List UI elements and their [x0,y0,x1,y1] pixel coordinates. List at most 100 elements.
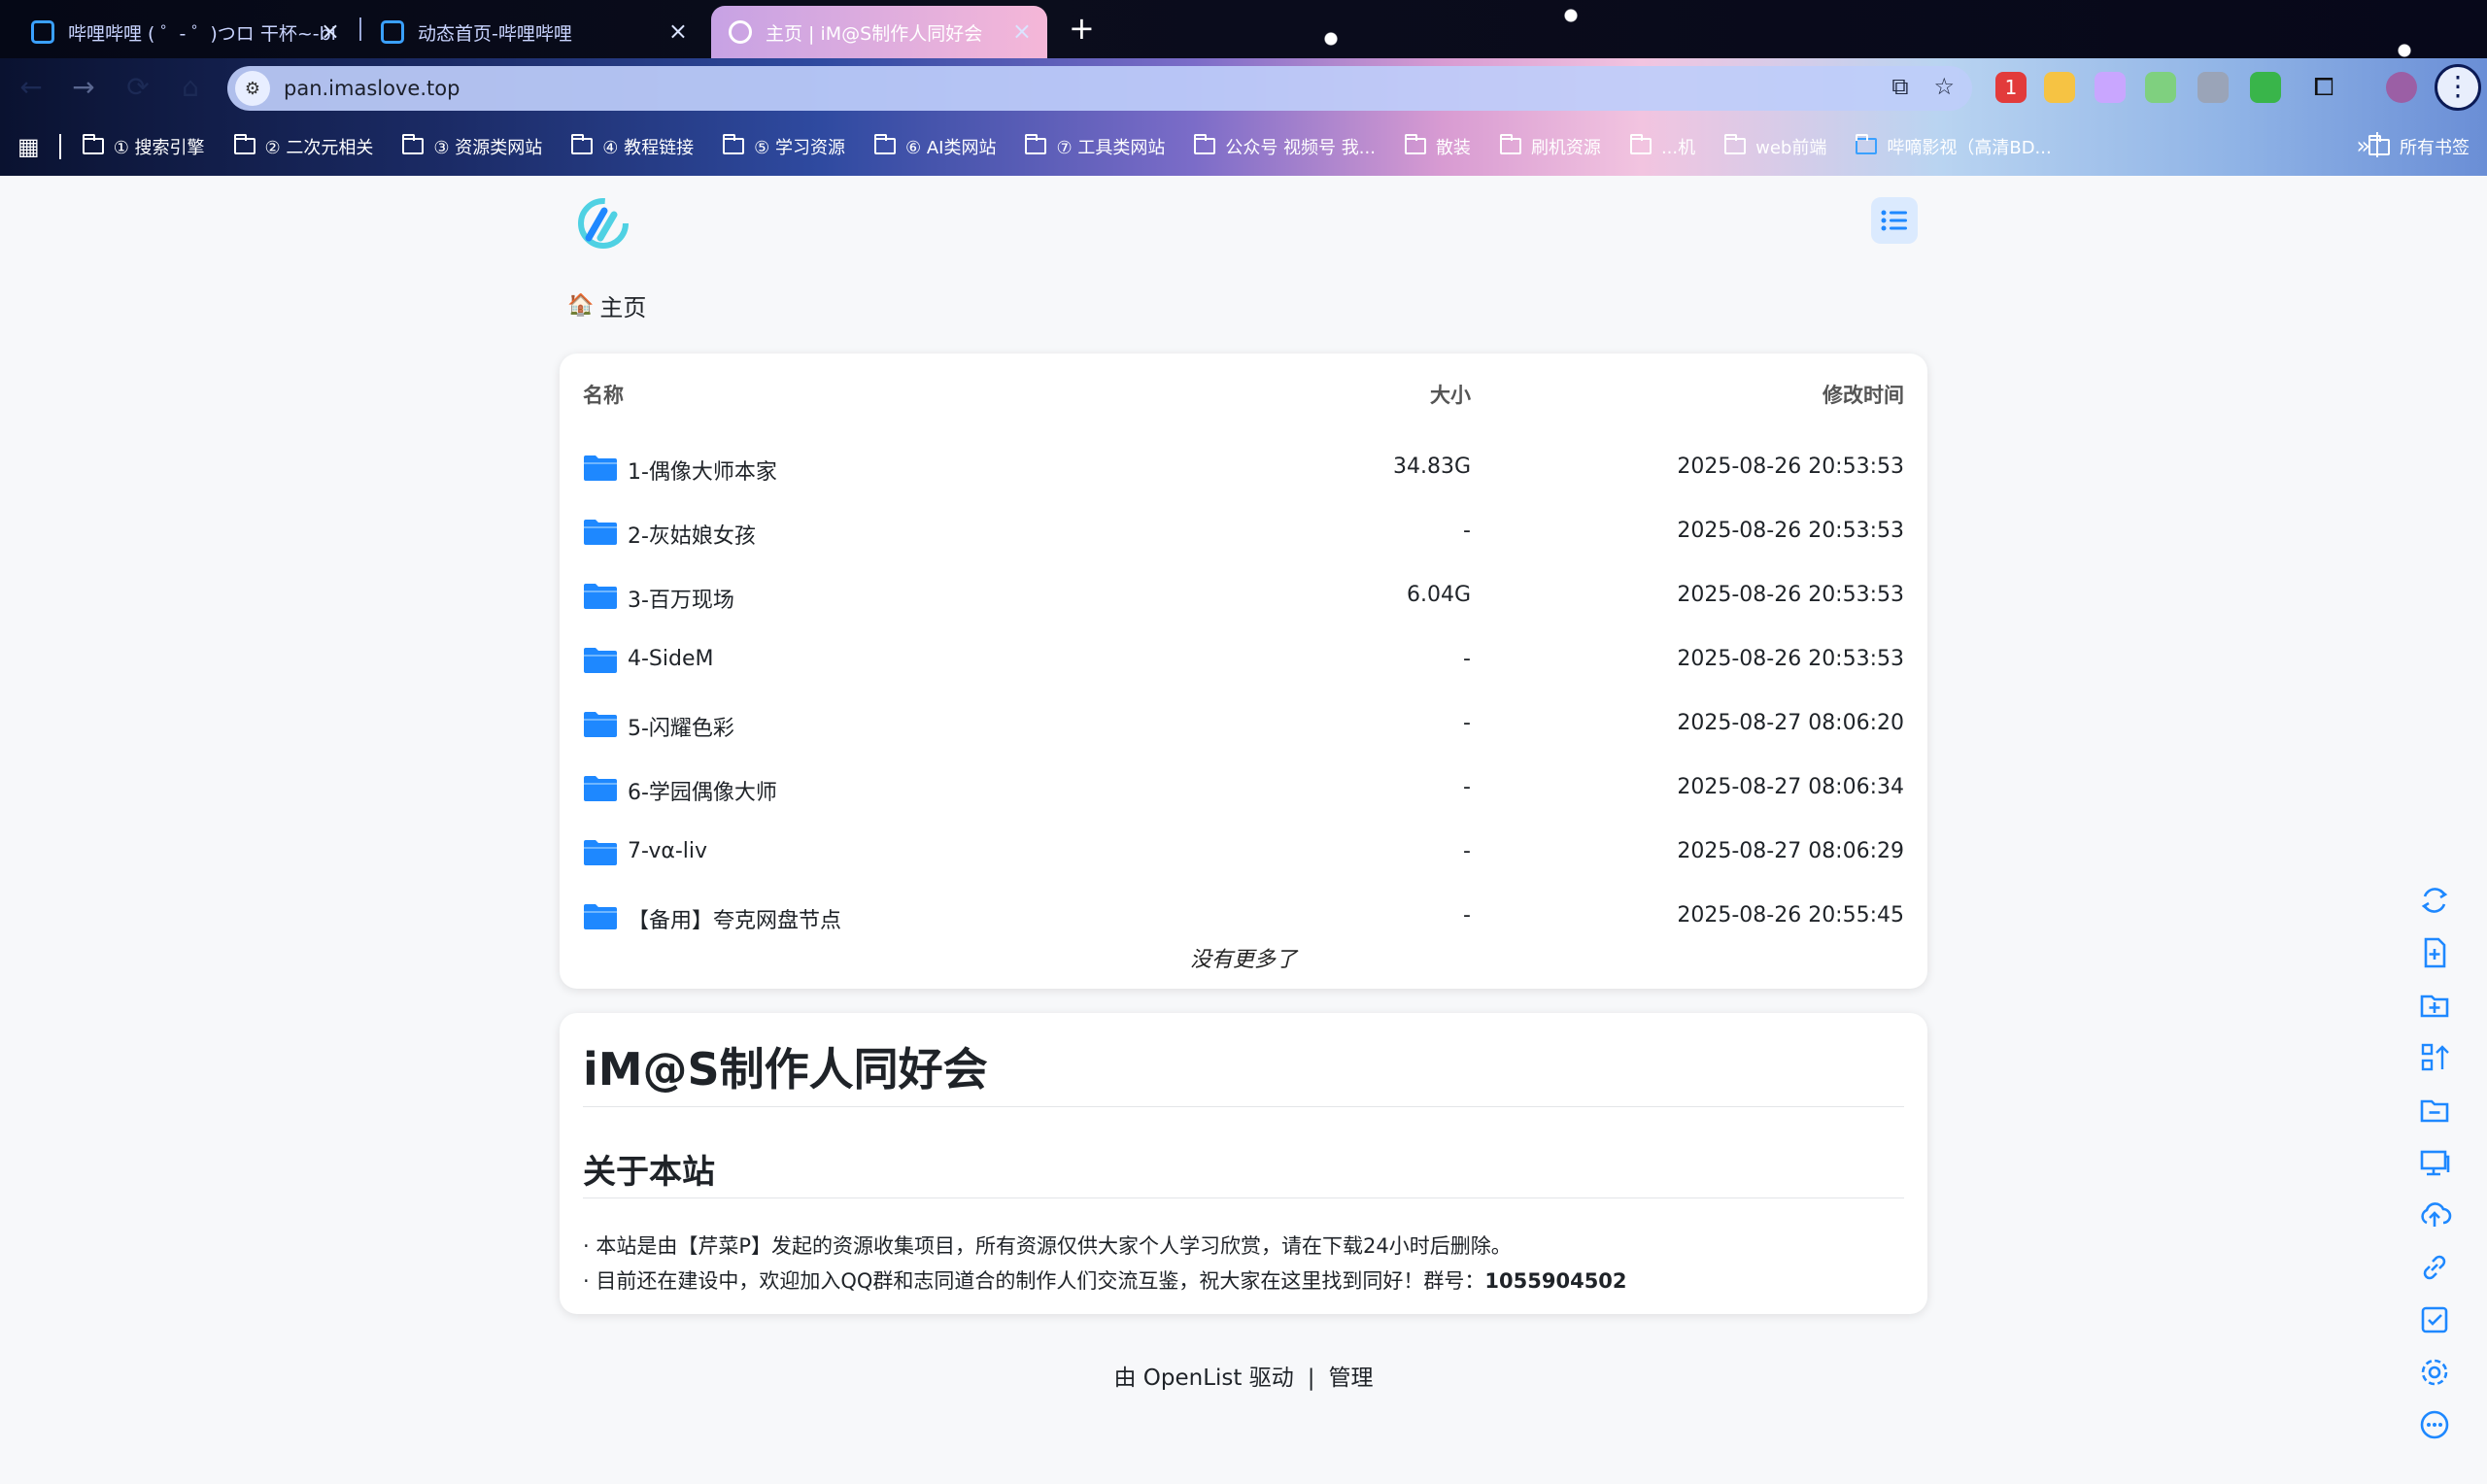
file-modified: 2025-08-26 20:53:53 [1677,519,1904,543]
extension-icon[interactable] [2044,72,2075,103]
offline-download-icon[interactable] [2417,1145,2452,1180]
extension-icon[interactable] [2145,72,2176,103]
site-info-icon[interactable]: ⚙ [235,71,270,106]
file-row[interactable]: 6-学园偶像大师 - 2025-08-27 08:06:34 [560,756,1927,820]
tab-bilibili[interactable]: 哔哩哔哩 ( ゜- ゜)つロ 干杯~-bi × [14,6,356,58]
file-size: - [1463,647,1471,671]
browser-menu-button[interactable]: ⋮ [2435,64,2481,111]
file-row[interactable]: 【备用】夸克网盘节点 - 2025-08-26 20:55:45 [560,884,1927,948]
file-name[interactable]: 3-百万现场 [628,583,734,614]
apps-grid-icon[interactable]: ▦ [17,133,40,160]
bookmark-folder[interactable]: ② 二次元相关 [233,134,373,159]
all-bookmarks-folder[interactable]: 所有书签 [2368,134,2470,159]
close-icon[interactable]: × [668,17,688,45]
file-row[interactable]: 1-偶像大师本家 34.83G 2025-08-26 20:53:53 [560,435,1927,499]
bookmark-folder[interactable]: ① 搜索引擎 [82,134,205,159]
bookmark-folder[interactable]: 散装 [1404,134,1471,159]
avatar[interactable] [2386,72,2417,103]
file-row[interactable]: 2-灰姑娘女孩 - 2025-08-26 20:53:53 [560,499,1927,563]
file-modified: 2025-08-26 20:53:53 [1677,455,1904,479]
file-name[interactable]: 【备用】夸克网盘节点 [628,903,841,934]
bookmark-folder[interactable]: ⑦ 工具类网站 [1025,134,1165,159]
file-modified: 2025-08-27 08:06:29 [1677,839,1904,863]
floating-toolbar [2417,883,2452,1442]
address-bar[interactable]: ⚙ pan.imaslove.top ⧉ ☆ [227,66,1972,111]
new-file-icon[interactable] [2417,935,2452,970]
bookmark-folder[interactable]: 刷机资源 [1499,134,1601,159]
folder-icon [584,840,617,865]
delete-folder-icon[interactable] [2417,1093,2452,1128]
bookmark-link[interactable]: 哔嘀影视（高清BD... [1856,134,2052,159]
folder-icon [584,520,617,545]
file-name[interactable]: 2-灰姑娘女孩 [628,519,756,550]
bookmark-folder[interactable]: web前端 [1724,134,1826,159]
puzzle-icon[interactable]: ⧠ [2308,72,2339,103]
bookmark-folder[interactable]: ④ 教程链接 [571,134,694,159]
file-row[interactable]: 3-百万现场 6.04G 2025-08-26 20:53:53 [560,563,1927,627]
house-icon: 🏠 [567,293,595,318]
column-modified[interactable]: 修改时间 [1823,380,1904,409]
tab-title: 主页 | iM@S制作人同好会 [766,22,983,45]
file-name[interactable]: 1-偶像大师本家 [628,455,777,486]
breadcrumb[interactable]: 🏠 主页 [567,288,646,322]
extension-icon[interactable] [2197,72,2229,103]
close-icon[interactable]: × [1012,17,1032,45]
extension-icon[interactable]: 1 [1995,72,2027,103]
breadcrumb-home[interactable]: 主页 [599,288,646,322]
bookmark-folder[interactable]: ③ 资源类网站 [402,134,542,159]
upload-icon[interactable] [2417,1197,2452,1232]
folder-icon [233,134,256,154]
new-tab-button[interactable]: + [1069,10,1095,47]
file-row[interactable]: 4-SideM - 2025-08-26 20:53:53 [560,627,1927,691]
folder-icon [1404,134,1426,154]
manage-link[interactable]: 管理 [1329,1366,1374,1391]
file-name[interactable]: 5-闪耀色彩 [628,711,734,742]
footer: 由 OpenList 驱动 | 管理 [1113,1366,1374,1391]
back-button[interactable]: ← [14,70,49,105]
more-icon[interactable] [2417,1407,2452,1442]
home-button[interactable]: ⌂ [173,70,208,105]
toggle-layout-button[interactable] [1871,197,1918,244]
folder-icon [1025,134,1047,154]
folder-icon [402,134,425,154]
shield-icon[interactable] [2250,72,2281,103]
tab-imaslove[interactable]: 主页 | iM@S制作人同好会 × [711,6,1047,58]
settings-icon[interactable] [2417,1355,2452,1390]
site-logo-icon [729,20,752,44]
extension-icon[interactable] [2095,72,2126,103]
column-size[interactable]: 大小 [1430,380,1471,409]
batch-rename-icon[interactable] [2417,1040,2452,1075]
site-logo[interactable] [575,195,631,252]
powered-by-link[interactable]: 由 OpenList 驱动 [1113,1366,1293,1391]
file-size: - [1463,839,1471,863]
tab-bilibili-dynamic[interactable]: 动态首页-哔哩哔哩 × [363,6,703,58]
bookmark-folder[interactable]: ⑥ AI类网站 [873,134,996,159]
link-icon[interactable] [2417,1250,2452,1285]
bilibili-icon [31,20,54,44]
select-icon[interactable] [2417,1302,2452,1337]
tab-title: 哔哩哔哩 ( ゜- ゜)つロ 干杯~-bi [68,22,336,45]
bookmark-star-icon[interactable]: ☆ [1933,73,1955,100]
file-name[interactable]: 4-SideM [628,647,714,671]
install-app-icon[interactable]: ⧉ [1891,73,1908,100]
column-name[interactable]: 名称 [583,380,624,409]
folder-icon [82,134,104,154]
refresh-icon[interactable] [2417,883,2452,918]
folder-icon [584,584,617,609]
bookmark-folder[interactable]: ⑤ 学习资源 [723,134,845,159]
file-size: - [1463,903,1471,928]
close-icon[interactable]: × [321,17,340,45]
forward-button[interactable]: → [66,70,101,105]
bilibili-icon [381,20,404,44]
new-folder-icon[interactable] [2417,988,2452,1023]
file-name[interactable]: 7-vα-liv [628,839,707,863]
file-row[interactable]: 5-闪耀色彩 - 2025-08-27 08:06:20 [560,691,1927,756]
file-row[interactable]: 7-vα-liv - 2025-08-27 08:06:29 [560,820,1927,884]
file-name[interactable]: 6-学园偶像大师 [628,775,777,806]
bookmark-folder[interactable]: ...机 [1629,134,1695,159]
bookmark-folder[interactable]: 公众号 视频号 我... [1194,134,1376,159]
url-text[interactable]: pan.imaslove.top [284,77,460,100]
readme-line: · 本站是由【芹菜P】发起的资源收集项目，所有资源仅供大家个人学习欣赏，请在下载… [583,1234,1512,1258]
file-modified: 2025-08-27 08:06:20 [1677,711,1904,735]
reload-button[interactable]: ⟳ [120,70,155,105]
